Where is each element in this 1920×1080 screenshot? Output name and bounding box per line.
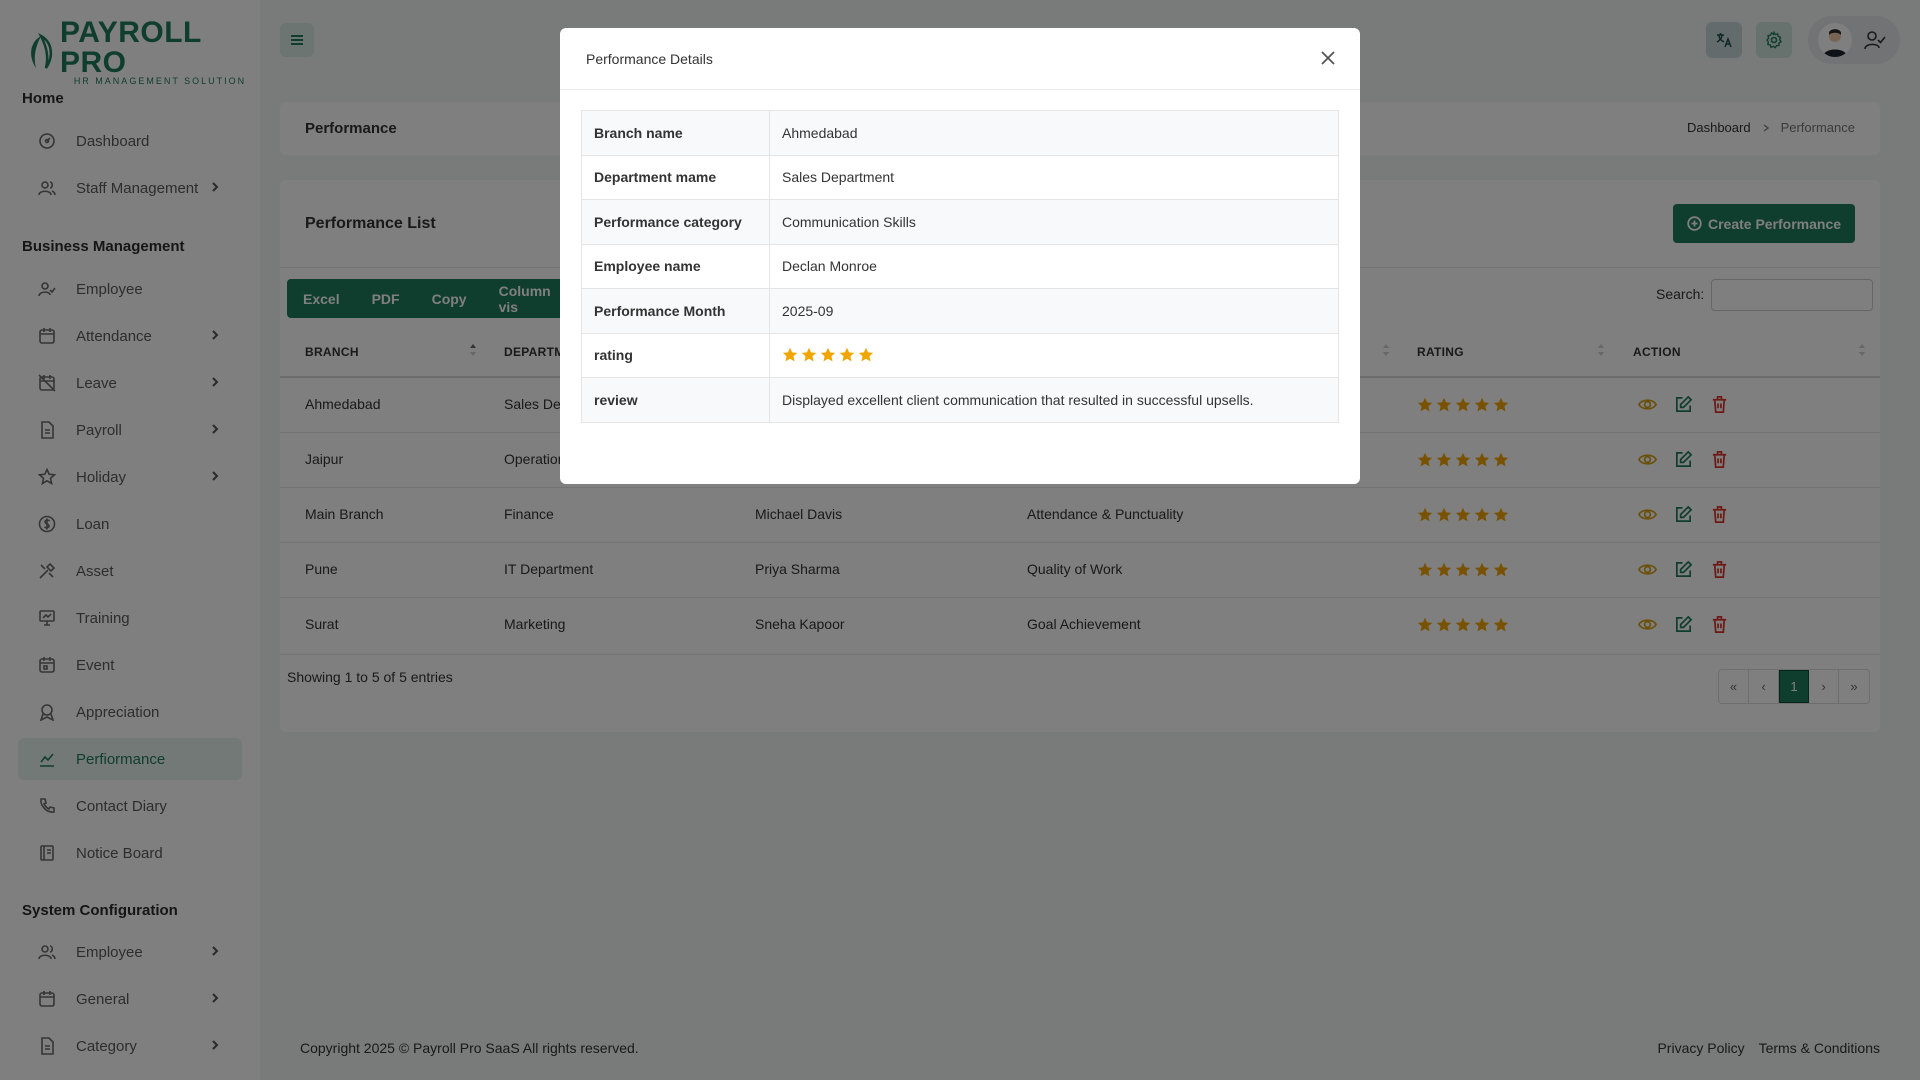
detail-value: Declan Monroe	[769, 243, 1339, 289]
close-icon	[1321, 51, 1335, 65]
detail-row: Department mame Sales Department	[581, 154, 1339, 200]
modal-title: Performance Details	[560, 28, 1360, 90]
star-icon	[858, 348, 874, 362]
star-icon	[820, 348, 836, 362]
detail-key: Branch name	[581, 110, 770, 156]
detail-value: Displayed excellent client communication…	[769, 377, 1339, 423]
detail-key: rating	[581, 332, 770, 378]
detail-key: Employee name	[581, 243, 770, 289]
detail-key: Performance category	[581, 199, 770, 245]
details-table: Branch name Ahmedabad Department mame Sales…	[581, 110, 1339, 423]
star-icon	[801, 348, 817, 362]
close-button[interactable]	[1318, 48, 1338, 68]
detail-row: Branch name Ahmedabad	[581, 110, 1339, 156]
performance-details-modal: Performance Details Branch name Ahmedabad…	[560, 28, 1360, 484]
detail-row: Performance category Communication Skills	[581, 199, 1339, 245]
rating-stars	[782, 347, 1326, 363]
detail-key: Department mame	[581, 154, 770, 200]
detail-value: Communication Skills	[769, 199, 1339, 245]
detail-value: 2025-09	[769, 288, 1339, 334]
detail-row: Employee name Declan Monroe	[581, 243, 1339, 289]
detail-row: Performance Month 2025-09	[581, 288, 1339, 334]
star-icon	[839, 348, 855, 362]
star-icon	[782, 348, 798, 362]
detail-row: rating	[581, 332, 1339, 378]
detail-value: Ahmedabad	[769, 110, 1339, 156]
detail-row: review Displayed excellent client communi…	[581, 377, 1339, 423]
detail-value: Sales Department	[769, 154, 1339, 200]
detail-key: Performance Month	[581, 288, 770, 334]
detail-key: review	[581, 377, 770, 423]
detail-rating	[769, 332, 1339, 378]
